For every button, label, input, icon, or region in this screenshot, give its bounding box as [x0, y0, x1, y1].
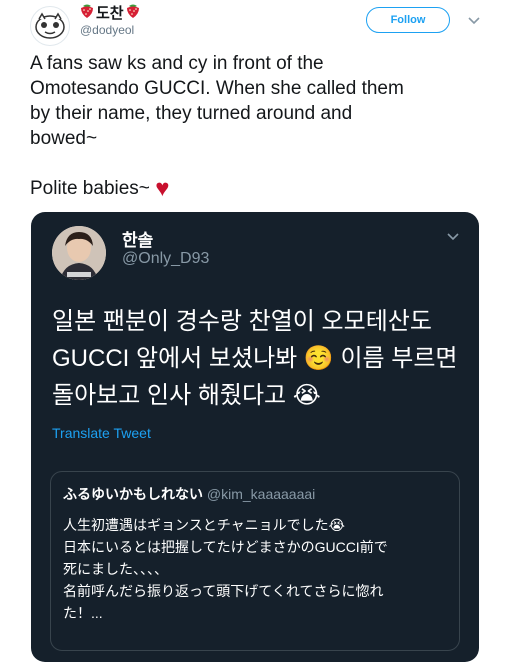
nested-quoted-tweet[interactable]: ふるゆいかもしれない @kim_kaaaaaaai 人生初遭遇はギョンスとチャニ… [50, 471, 460, 651]
nested-handle[interactable]: @kim_kaaaaaaai [207, 486, 315, 502]
follow-button[interactable]: Follow [366, 7, 450, 33]
chevron-down-icon[interactable] [466, 12, 482, 28]
quoted-name[interactable]: 한솔 [122, 226, 153, 251]
quoted-line: 돌아보고 인사 해줬다고 😭 [52, 382, 321, 409]
tweet-line: Omotesando GUCCI. When she called them [30, 78, 404, 99]
portrait-icon [52, 226, 106, 280]
nested-line: 名前呼んだら振り返って頭下げてくれてさらに惚れ [63, 583, 384, 599]
quoted-tweet-text: 일본 팬분이 경수랑 찬열이 오모테산도 GUCCI 앞에서 보셨나봐 ☺️ 이… [52, 303, 462, 414]
tweet-line: bowed~ [30, 128, 98, 149]
nested-header: ふるゆいかもしれない @kim_kaaaaaaai [63, 484, 315, 504]
nested-line: 日本にいるとは把握してたけどまさかのGUCCI前で [63, 539, 388, 555]
quoted-handle[interactable]: @Only_D93 [122, 250, 209, 268]
strawberry-icon [80, 3, 94, 22]
display-name-text: 도찬 [96, 5, 124, 22]
nested-line: 死にました、、、、 [63, 561, 168, 577]
display-name[interactable]: 도찬 [80, 2, 140, 23]
nested-line: た！... [63, 605, 103, 621]
quoted-avatar[interactable] [52, 226, 106, 280]
tweet-line: by their name, they turned around and [30, 103, 353, 124]
nested-tweet-text: 人生初遭遇はギョンスとチャニョルでした😭 日本にいるとは把握してたけどまさかのG… [63, 514, 453, 624]
quoted-tweet-card[interactable]: 한솔 @Only_D93 일본 팬분이 경수랑 찬열이 오모테산도 GUCCI … [31, 212, 479, 662]
tweet-text: A fans saw ks and cy in front of the Omo… [30, 51, 470, 201]
chevron-down-icon[interactable] [445, 228, 461, 244]
tweet-closing: Polite babies~ ♥ [30, 176, 470, 201]
user-handle[interactable]: @dodyeol [80, 23, 134, 37]
tweet-header: 도찬 @dodyeol Follow [0, 0, 505, 46]
nested-name[interactable]: ふるゆいかもしれない [63, 486, 203, 502]
quoted-line: 일본 팬분이 경수랑 찬열이 오모테산도 [52, 308, 432, 335]
tweet-line: A fans saw ks and cy in front of the [30, 53, 324, 74]
nested-line: 人生初遭遇はギョンスとチャニョルでした😭 [63, 517, 345, 533]
quoted-line: GUCCI 앞에서 보셨나봐 ☺️ 이름 부르면 [52, 345, 458, 372]
avatar-cartoon-icon [35, 12, 65, 39]
translate-tweet-link[interactable]: Translate Tweet [52, 425, 151, 441]
heart-icon: ♥ [155, 175, 170, 202]
closing-text: Polite babies~ [30, 178, 150, 199]
strawberry-icon [126, 3, 140, 22]
avatar[interactable] [30, 6, 70, 46]
